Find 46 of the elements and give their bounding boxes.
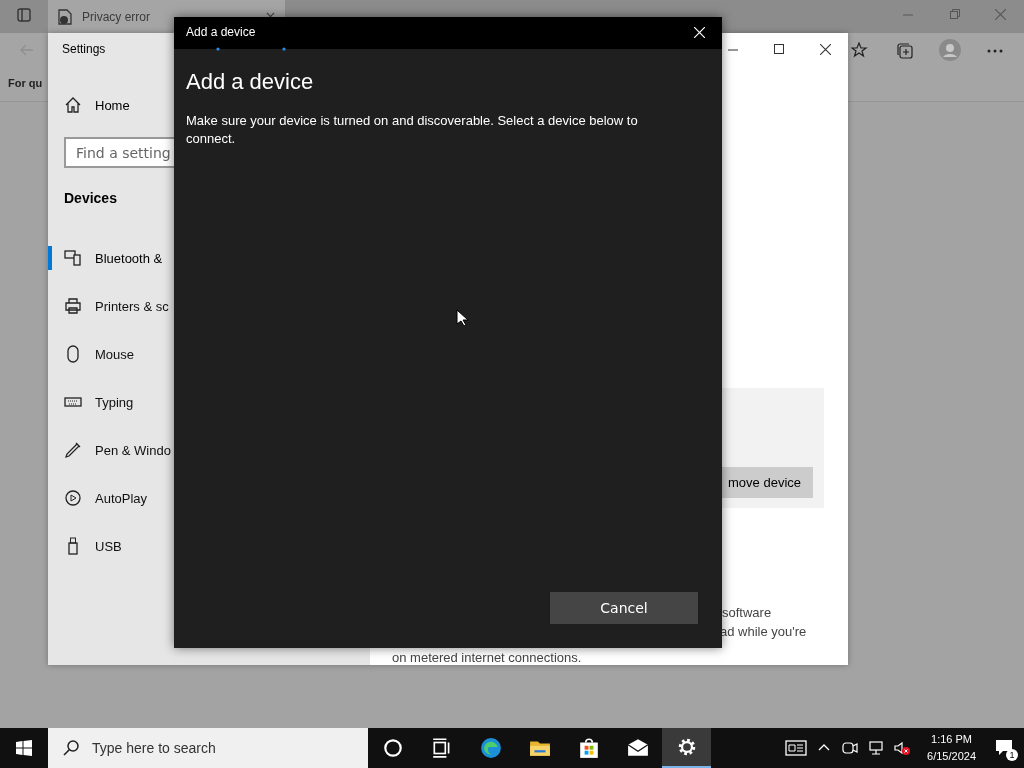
start-icon[interactable] <box>16 740 32 756</box>
sidebar-item[interactable]: USB <box>95 538 122 554</box>
dialog-heading: Add a device <box>186 69 314 95</box>
dialog-description: Make sure your device is turned on and discoverable. Select a device below to connect. <box>186 112 639 148</box>
home-icon <box>64 96 82 114</box>
cursor-icon <box>456 309 468 327</box>
mouse-icon <box>64 345 82 363</box>
envelope-icon <box>626 737 649 759</box>
clock-date[interactable]: 6/15/2024 <box>927 748 976 765</box>
page-icon <box>58 8 72 25</box>
cancel-button[interactable]: Cancel <box>550 592 698 624</box>
home-link[interactable]: Home <box>95 97 130 113</box>
section-heading: Devices <box>64 190 117 206</box>
circle-icon <box>381 737 404 759</box>
pen-icon <box>64 441 82 459</box>
more-icon[interactable] <box>987 49 1003 53</box>
browser-icon <box>479 737 502 759</box>
printer-icon <box>64 297 82 315</box>
sidebar-item[interactable]: AutoPlay <box>95 490 148 506</box>
devices-icon <box>64 249 82 267</box>
muted-speaker-icon[interactable] <box>893 739 912 757</box>
taskbar-app[interactable] <box>662 728 711 768</box>
shopping-bag-icon <box>577 737 600 759</box>
notification-count: 1 <box>1006 749 1018 761</box>
window-title: Settings <box>62 42 106 56</box>
body-text: software <box>722 605 772 620</box>
favorites-icon[interactable] <box>851 42 869 60</box>
body-text: on metered internet connections. <box>392 650 582 665</box>
taskbar-search-field[interactable]: Type here to search <box>48 728 368 768</box>
sidebar-item[interactable]: Pen & Windo <box>95 442 171 458</box>
search-icon <box>62 739 80 757</box>
sidebar-item[interactable]: Typing <box>95 394 134 410</box>
favorites-bar-text: For qu <box>8 77 43 89</box>
sidebar-item[interactable]: Mouse <box>95 346 135 362</box>
clock-time[interactable]: 1:16 PM <box>931 731 972 748</box>
camera-icon[interactable] <box>841 739 860 757</box>
sidebar-item[interactable]: Bluetooth & <box>95 250 163 266</box>
network-icon[interactable] <box>867 739 886 757</box>
sidebar-item[interactable]: Printers & sc <box>95 298 169 314</box>
close-icon[interactable] <box>820 44 831 55</box>
autoplay-icon <box>64 489 82 507</box>
maximize-icon[interactable] <box>774 44 784 54</box>
collections-icon[interactable] <box>896 42 914 60</box>
news-icon[interactable] <box>785 739 808 757</box>
tab-actions-icon[interactable] <box>17 8 31 22</box>
notification-icon[interactable] <box>994 738 1014 758</box>
